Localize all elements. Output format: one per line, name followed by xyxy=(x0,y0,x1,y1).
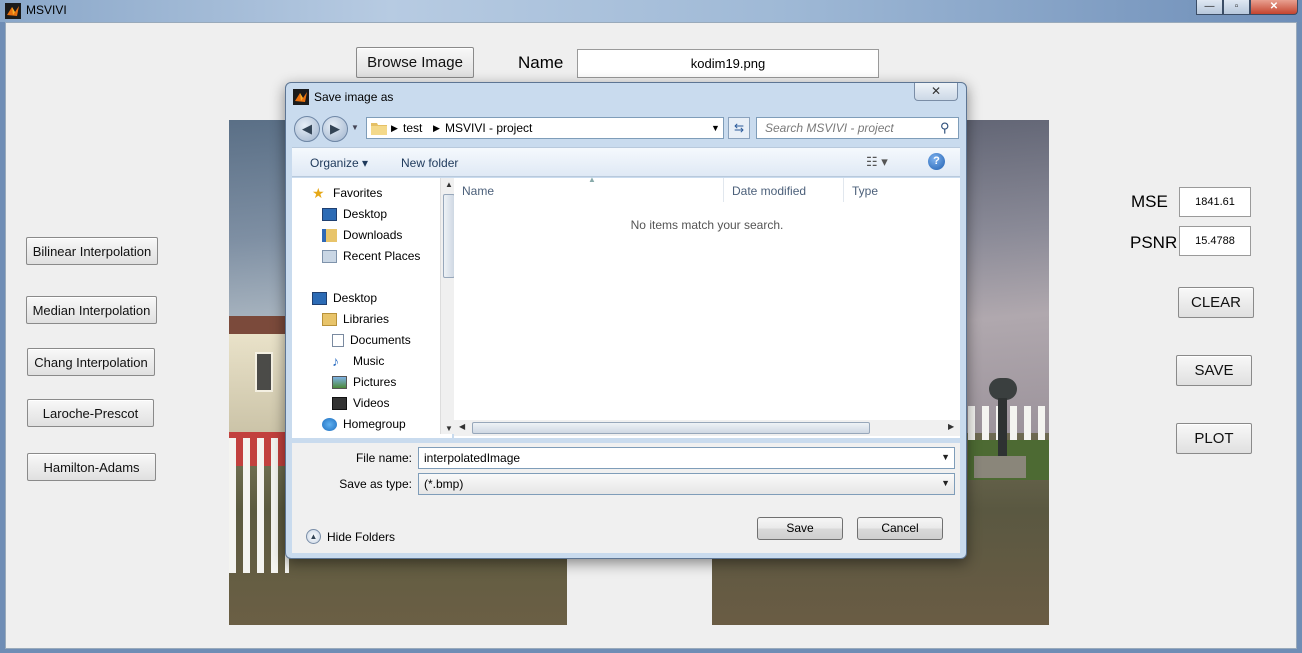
refresh-icon[interactable]: ⇆ xyxy=(728,117,750,139)
window-titlebar: MSVIVI — ▫ ✕ xyxy=(0,0,1302,22)
hamilton-adams-button[interactable]: Hamilton-Adams xyxy=(27,453,156,481)
save-as-type-dropdown-icon[interactable]: ▼ xyxy=(941,478,950,488)
nav-videos[interactable]: Videos xyxy=(332,396,389,410)
chevron-up-icon: ▲ xyxy=(306,529,321,544)
save-as-type-select[interactable]: (*.bmp) ▼ xyxy=(418,473,955,495)
hide-folders-button[interactable]: ▲ Hide Folders xyxy=(306,529,395,544)
command-bar: Organize ▾ New folder ☷ ▾ ? xyxy=(292,147,960,177)
downloads-icon xyxy=(322,228,337,242)
pictures-icon xyxy=(332,375,347,389)
libraries-icon xyxy=(322,312,337,326)
desktop-icon xyxy=(312,291,327,305)
nav-pictures[interactable]: Pictures xyxy=(332,375,396,389)
nav-homegroup[interactable]: Homegroup xyxy=(322,417,406,431)
nav-desktop[interactable]: Desktop xyxy=(322,207,387,221)
dialog-save-button[interactable]: Save xyxy=(757,517,843,540)
videos-icon xyxy=(332,396,347,410)
breadcrumb-separator-icon: ▶ xyxy=(391,123,398,133)
nav-music[interactable]: ♪ Music xyxy=(332,352,384,369)
nav-libraries[interactable]: Libraries xyxy=(322,312,389,326)
view-options-icon[interactable]: ☷ ▾ xyxy=(866,154,888,170)
clear-button[interactable]: CLEAR xyxy=(1178,287,1254,318)
scroll-left-icon[interactable]: ◀ xyxy=(459,422,465,431)
file-list-scroll-thumb[interactable] xyxy=(472,422,870,434)
sort-ascending-icon: ▲ xyxy=(588,175,596,184)
mse-value: 1841.61 xyxy=(1179,187,1251,217)
maximize-button[interactable]: ▫ xyxy=(1223,0,1250,15)
dialog-bottom-pane: File name: interpolatedImage ▼ Save as t… xyxy=(292,443,960,553)
file-name-dropdown-icon[interactable]: ▼ xyxy=(941,452,950,462)
nav-documents[interactable]: Documents xyxy=(332,333,411,347)
search-input[interactable]: Search MSVIVI - project xyxy=(756,117,959,139)
file-list: Name ▲ Date modified Type No items match… xyxy=(454,175,960,438)
file-name-label: File name: xyxy=(355,451,412,465)
minimize-button[interactable]: — xyxy=(1196,0,1223,15)
scroll-right-icon[interactable]: ▶ xyxy=(948,422,954,431)
recent-places-icon xyxy=(322,249,337,263)
breadcrumb-test[interactable]: test xyxy=(403,121,422,135)
laroche-prescot-button[interactable]: Laroche-Prescot xyxy=(27,399,154,427)
save-image-dialog: Save image as ✕ ◀ ▶ ▼ ▶ test ▶ MSVIVI - … xyxy=(285,82,967,559)
folder-icon xyxy=(371,123,387,135)
browse-image-button[interactable]: Browse Image xyxy=(356,47,474,78)
breadcrumb-msvivi-project[interactable]: MSVIVI - project xyxy=(445,121,532,135)
star-icon: ★ xyxy=(312,184,325,201)
bilinear-interpolation-button[interactable]: Bilinear Interpolation xyxy=(26,237,158,265)
name-field[interactable]: kodim19.png xyxy=(577,49,879,78)
documents-icon xyxy=(332,333,344,347)
file-name-input[interactable]: interpolatedImage ▼ xyxy=(418,447,955,469)
dialog-title: Save image as xyxy=(314,90,394,104)
new-folder-button[interactable]: New folder xyxy=(401,156,458,170)
dialog-cancel-button[interactable]: Cancel xyxy=(857,517,943,540)
column-date-modified[interactable]: Date modified xyxy=(724,178,844,202)
save-as-type-label: Save as type: xyxy=(339,477,412,491)
mse-label: MSE xyxy=(1131,192,1168,211)
window-close-button[interactable]: ✕ xyxy=(1250,0,1298,15)
file-list-scrollbar[interactable]: ◀ ▶ xyxy=(454,420,960,436)
save-button[interactable]: SAVE xyxy=(1176,355,1252,386)
nav-recent-places[interactable]: Recent Places xyxy=(322,249,420,263)
window-title: MSVIVI xyxy=(26,3,67,17)
search-icon: ⚲ xyxy=(940,120,950,135)
homegroup-icon xyxy=(322,417,337,431)
matlab-app-icon xyxy=(5,3,21,19)
empty-message: No items match your search. xyxy=(630,218,784,232)
psnr-value: 15.4788 xyxy=(1179,226,1251,256)
music-icon: ♪ xyxy=(332,352,339,369)
column-type[interactable]: Type xyxy=(844,178,960,202)
nav-downloads[interactable]: Downloads xyxy=(322,228,402,242)
navigation-pane: ★ Favorites Desktop Downloads Recent Plac… xyxy=(292,178,456,438)
median-interpolation-button[interactable]: Median Interpolation xyxy=(26,296,157,324)
recent-dropdown-icon[interactable]: ▼ xyxy=(351,123,359,132)
matlab-dialog-icon xyxy=(293,89,309,105)
nav-favorites[interactable]: ★ Favorites xyxy=(312,184,382,201)
address-dropdown-icon[interactable]: ▼ xyxy=(711,123,720,133)
plot-button[interactable]: PLOT xyxy=(1176,423,1252,454)
chang-interpolation-button[interactable]: Chang Interpolation xyxy=(27,348,155,376)
desktop-icon xyxy=(322,207,337,221)
help-icon[interactable]: ? xyxy=(928,153,945,170)
back-icon[interactable]: ◀ xyxy=(294,116,320,142)
scroll-up-icon[interactable]: ▲ xyxy=(445,180,453,189)
breadcrumb-separator-icon: ▶ xyxy=(433,123,440,133)
nav-desktop-root[interactable]: Desktop xyxy=(312,291,377,305)
psnr-label: PSNR xyxy=(1130,233,1178,252)
name-label: Name xyxy=(518,53,564,72)
organize-menu[interactable]: Organize ▾ xyxy=(310,156,368,170)
address-bar[interactable]: ▶ test ▶ MSVIVI - project ▼ xyxy=(366,117,724,139)
forward-icon[interactable]: ▶ xyxy=(322,116,348,142)
scroll-down-icon[interactable]: ▼ xyxy=(445,424,453,433)
dialog-close-button[interactable]: ✕ xyxy=(914,83,958,101)
